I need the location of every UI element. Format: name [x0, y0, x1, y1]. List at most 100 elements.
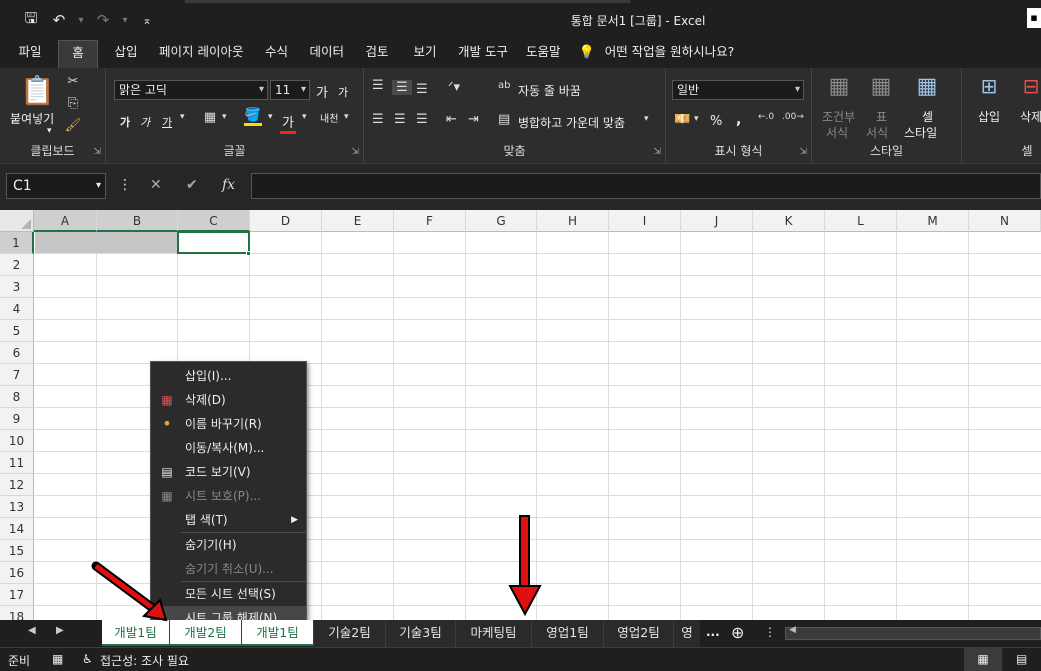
accounting-dropdown-icon[interactable]: ▾ [694, 114, 699, 124]
wrap-text-icon[interactable]: ab [498, 80, 510, 91]
macro-record-icon[interactable]: ▦ [52, 652, 63, 666]
fill-color-dropdown-icon[interactable]: ▾ [268, 112, 273, 122]
alignment-launcher-icon[interactable]: ⇲ [653, 147, 661, 157]
cell-styles-icon[interactable]: ▦ [912, 74, 942, 99]
tab-developer[interactable]: 개발 도구 [453, 40, 513, 68]
decrease-decimal-icon[interactable]: .00→ [782, 112, 804, 122]
decrease-indent-icon[interactable]: ⇤ [446, 112, 457, 127]
menu-item-tab-color[interactable]: 탭 색(T) ▶ [151, 508, 306, 532]
bold-button[interactable]: 가 [120, 114, 130, 130]
sheet-tab[interactable]: 마케팅팀 [456, 620, 532, 647]
align-right-icon[interactable]: ☰ [416, 112, 428, 127]
row-header[interactable]: 12 [0, 474, 34, 496]
row-header[interactable]: 16 [0, 562, 34, 584]
sheet-tab[interactable]: 영업2팀 [604, 620, 674, 647]
menu-item-delete[interactable]: ▦ 삭제(D) [151, 388, 306, 412]
align-bottom-icon[interactable]: ☰ [416, 82, 428, 97]
number-launcher-icon[interactable]: ⇲ [799, 147, 807, 157]
align-left-icon[interactable]: ☰ [372, 112, 384, 127]
paste-label[interactable]: 붙여넣기 [10, 110, 54, 127]
align-center-icon[interactable]: ☰ [394, 112, 406, 127]
copy-icon[interactable]: ⎘ [64, 96, 82, 111]
sheet-tab[interactable]: 기술2팀 [314, 620, 386, 647]
column-header[interactable]: M [897, 210, 969, 232]
accounting-format-icon[interactable]: 💴 [674, 112, 690, 127]
row-header[interactable]: 17 [0, 584, 34, 606]
merge-dropdown-icon[interactable]: ▾ [644, 114, 649, 124]
menu-item-view-code[interactable]: ▤ 코드 보기(V) [151, 460, 306, 484]
row-header[interactable]: 1 [0, 232, 34, 254]
sheet-tab[interactable]: 개발1팀 [242, 620, 314, 646]
shrink-font-button[interactable]: 가 [338, 84, 348, 100]
row-header[interactable]: 6 [0, 342, 34, 364]
column-header[interactable]: I [609, 210, 681, 232]
tab-view[interactable]: 보기 [405, 40, 445, 68]
column-header[interactable]: D [250, 210, 322, 232]
column-header[interactable]: E [322, 210, 394, 232]
percent-style-button[interactable]: % [710, 114, 722, 129]
column-header[interactable]: B [97, 210, 178, 232]
select-all-button[interactable] [0, 210, 34, 232]
row-header[interactable]: 11 [0, 452, 34, 474]
accessibility-icon[interactable]: ♿ [82, 652, 93, 666]
column-header[interactable]: G [466, 210, 537, 232]
sheet-tab[interactable]: 영 [674, 620, 700, 647]
cell-styles-label-2[interactable]: 스타일 [904, 124, 937, 141]
column-header[interactable]: H [537, 210, 609, 232]
name-box-dropdown-icon[interactable]: ▾ [96, 174, 101, 198]
font-size-select[interactable]: 11 [270, 80, 310, 100]
column-header[interactable]: C [178, 210, 250, 232]
sheet-tab[interactable]: 개발2팀 [170, 620, 242, 646]
row-header[interactable]: 7 [0, 364, 34, 386]
column-header[interactable]: N [969, 210, 1041, 232]
row-header[interactable]: 15 [0, 540, 34, 562]
accessibility-status[interactable]: 접근성: 조사 필요 [100, 652, 189, 669]
increase-indent-icon[interactable]: ⇥ [468, 112, 479, 127]
tab-file[interactable]: 파일 [10, 40, 50, 68]
phonetic-button[interactable]: 내천 [320, 110, 338, 125]
row-header[interactable]: 3 [0, 276, 34, 298]
formula-input[interactable] [251, 173, 1041, 199]
row-header[interactable]: 2 [0, 254, 34, 276]
scroll-left-icon[interactable]: ◀ [789, 625, 796, 635]
format-painter-icon[interactable]: 🖌 [64, 118, 82, 133]
row-header[interactable]: 4 [0, 298, 34, 320]
tab-insert[interactable]: 삽입 [106, 40, 146, 68]
selected-range[interactable] [35, 232, 177, 253]
row-header[interactable]: 9 [0, 408, 34, 430]
fill-handle[interactable] [246, 251, 251, 256]
merge-center-button[interactable]: 병합하고 가운데 맞춤 [518, 114, 625, 131]
page-layout-view-icon[interactable]: ▤ [1016, 652, 1027, 666]
tab-page-layout[interactable]: 페이지 레이아웃 [154, 40, 248, 68]
insert-function-icon[interactable]: fx [222, 177, 235, 193]
clipboard-launcher-icon[interactable]: ⇲ [93, 147, 101, 157]
font-color-button[interactable]: 가 [280, 112, 296, 134]
row-header[interactable]: 18 [0, 606, 34, 620]
insert-cells-label[interactable]: 삽입 [978, 108, 1000, 125]
font-launcher-icon[interactable]: ⇲ [351, 147, 359, 157]
merge-center-icon[interactable]: ▤ [498, 112, 510, 127]
horizontal-scrollbar[interactable] [785, 627, 1041, 640]
column-header[interactable]: L [825, 210, 897, 232]
font-color-dropdown-icon[interactable]: ▾ [302, 112, 307, 122]
wrap-text-button[interactable]: 자동 줄 바꿈 [518, 82, 581, 99]
active-cell[interactable] [177, 231, 250, 254]
row-header[interactable]: 5 [0, 320, 34, 342]
tab-formulas[interactable]: 수식 [256, 40, 296, 68]
row-header[interactable]: 14 [0, 518, 34, 540]
menu-item-hide[interactable]: 숨기기(H) [151, 533, 306, 557]
new-sheet-icon[interactable]: ⊕ [731, 623, 744, 642]
comma-style-button[interactable]: , [736, 112, 741, 128]
sheet-tab[interactable]: 기술3팀 [386, 620, 456, 647]
tab-review[interactable]: 검토 [357, 40, 397, 68]
column-header[interactable]: J [681, 210, 753, 232]
scroll-tabs-right-icon[interactable]: ▶ [56, 625, 64, 636]
column-header[interactable]: F [394, 210, 466, 232]
tab-home[interactable]: 홈 [58, 40, 98, 68]
row-header[interactable]: 8 [0, 386, 34, 408]
sheet-bar-splitter-icon[interactable]: ⋮ [764, 625, 776, 639]
underline-dropdown-icon[interactable]: ▾ [180, 112, 185, 122]
orientation-icon[interactable]: ᐟ▾ [448, 80, 460, 95]
column-header[interactable]: K [753, 210, 825, 232]
align-top-icon[interactable]: ☰ [372, 78, 384, 93]
